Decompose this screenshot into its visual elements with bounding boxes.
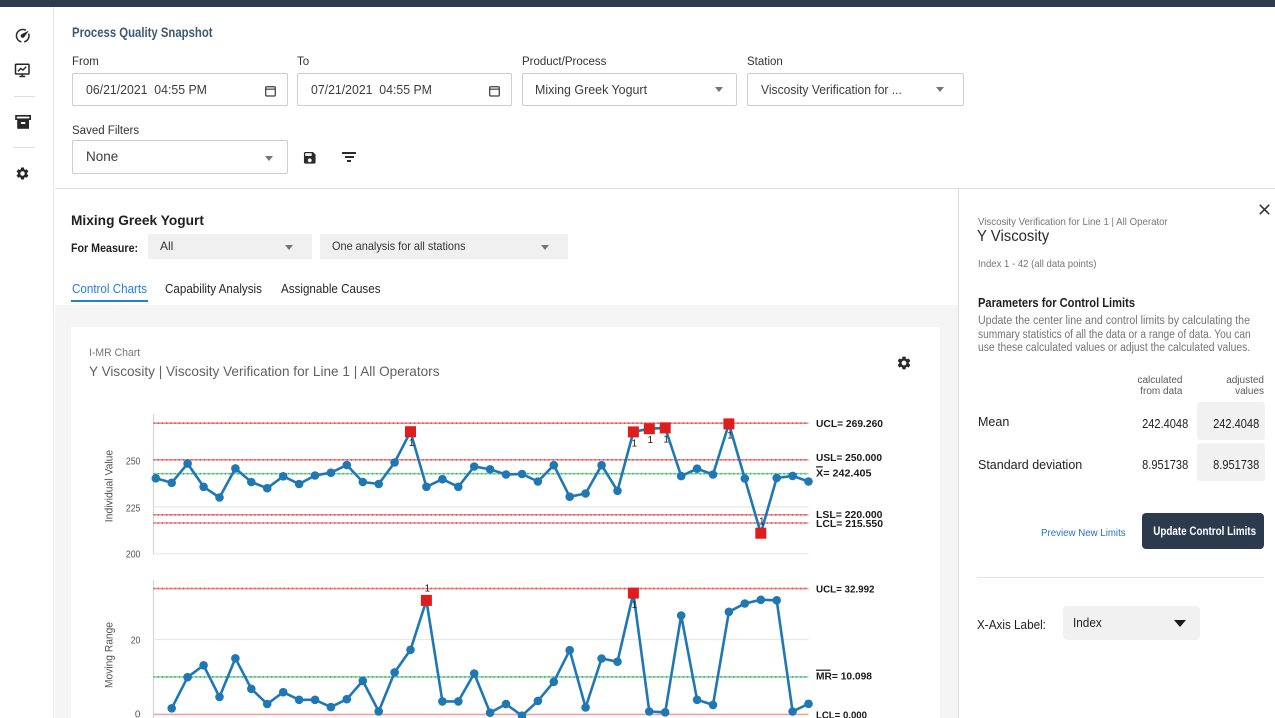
svg-text:LCL= 0.000: LCL= 0.000 <box>816 710 867 718</box>
svg-text:20: 20 <box>131 636 141 647</box>
svg-text:1: 1 <box>727 430 733 441</box>
svg-text:1: 1 <box>759 517 765 528</box>
svg-text:1: 1 <box>409 438 415 449</box>
svg-text:225: 225 <box>126 503 141 514</box>
svg-text:UCL= 269.260: UCL= 269.260 <box>816 418 883 430</box>
svg-text:LCL= 215.550: LCL= 215.550 <box>816 518 883 530</box>
svg-text:1: 1 <box>425 583 431 594</box>
svg-text:USL= 250.000: USL= 250.000 <box>816 452 882 464</box>
svg-text:MR= 10.098: MR= 10.098 <box>816 671 872 683</box>
svg-text:Moving Range: Moving Range <box>104 622 116 688</box>
svg-text:UCL= 32.992: UCL= 32.992 <box>816 583 875 595</box>
svg-text:1: 1 <box>632 600 638 611</box>
svg-text:X= 242.405: X= 242.405 <box>816 468 872 480</box>
svg-text:0: 0 <box>135 710 141 718</box>
svg-text:1: 1 <box>663 434 669 445</box>
svg-text:250: 250 <box>126 456 141 467</box>
svg-text:1: 1 <box>632 438 638 449</box>
svg-text:Individual Value: Individual Value <box>104 450 116 522</box>
svg-text:200: 200 <box>126 550 141 561</box>
svg-text:1: 1 <box>648 435 654 446</box>
